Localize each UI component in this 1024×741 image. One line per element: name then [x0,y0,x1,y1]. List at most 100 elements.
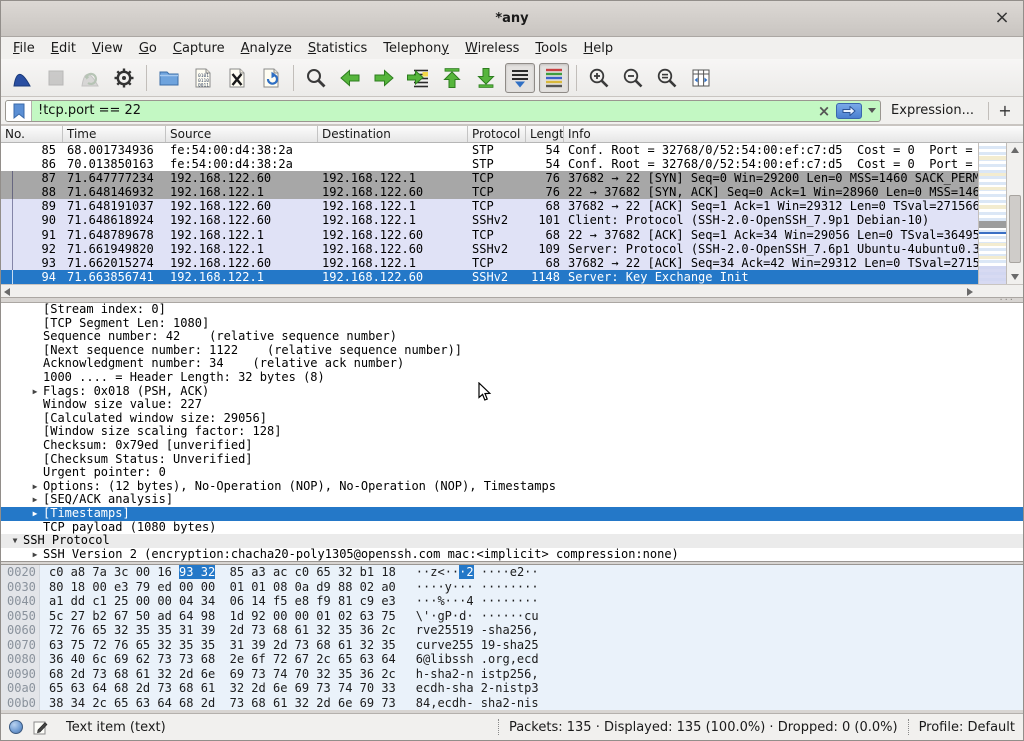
tree-expander-icon[interactable] [27,330,43,344]
zoom-reset-button[interactable] [652,63,682,93]
hex-row[interactable]: 0080 36 40 6c 69 62 73 73 68 2e 6f 72 67… [1,652,1023,667]
detail-tree-item[interactable]: ▶ [SEQ/ACK analysis] [1,493,1023,507]
resize-columns-button[interactable] [686,63,716,93]
close-button[interactable]: × [991,8,1013,30]
detail-tree-item[interactable]: TCP payload (1080 bytes) [1,521,1023,535]
menubar-item[interactable]: Capture [165,39,233,58]
scroll-up-arrow[interactable] [1007,143,1023,157]
detail-tree-item[interactable]: Checksum: 0x79ed [unverified] [1,439,1023,453]
menubar-item[interactable]: Telephony [375,39,457,58]
tree-expander-icon[interactable]: ▶ [27,493,43,507]
close-file-button[interactable] [222,63,252,93]
tree-expander-icon[interactable]: ▶ [27,480,43,494]
filter-history-dropdown[interactable] [864,101,880,121]
profile-label[interactable]: Profile: Default [919,720,1015,735]
tree-expander-icon[interactable] [27,357,43,371]
tree-expander-icon[interactable]: ▶ [27,507,43,521]
tree-expander-icon[interactable] [27,412,43,426]
go-first-button[interactable] [437,63,467,93]
start-capture-button[interactable] [7,63,37,93]
column-header[interactable]: Length [526,126,564,142]
packet-row[interactable]: 89 71.648191037 192.168.122.60 192.168.1… [1,199,978,213]
zoom-in-button[interactable] [584,63,614,93]
tree-expander-icon[interactable] [27,439,43,453]
packet-list-scrollbar[interactable] [1006,143,1023,284]
detail-tree-item[interactable]: ▶ Options: (12 bytes), No-Operation (NOP… [1,480,1023,494]
filter-apply-button[interactable] [836,103,862,119]
detail-tree-item[interactable]: 1000 .... = Header Length: 32 bytes (8) [1,371,1023,385]
detail-tree-item[interactable]: [Next sequence number: 1122 (relative se… [1,344,1023,358]
detail-tree-item[interactable]: [Window size scaling factor: 128] [1,425,1023,439]
tree-expander-icon[interactable] [27,453,43,467]
menubar-item[interactable]: Analyze [233,39,300,58]
menubar-item[interactable]: Edit [43,39,84,58]
packet-row[interactable]: 88 71.648146932 192.168.122.1 192.168.12… [1,185,978,199]
capture-comment-icon[interactable] [33,720,48,735]
detail-tree-item[interactable]: Sequence number: 42 (relative sequence n… [1,330,1023,344]
hex-row[interactable]: 0070 63 75 72 76 65 32 35 35 31 39 2d 73… [1,638,1023,653]
filter-bookmark-button[interactable] [6,101,32,121]
packet-row[interactable]: 85 68.001734936 fe:54:00:d4:38:2a STP 54… [1,143,978,157]
packet-row[interactable]: 92 71.661949820 192.168.122.1 192.168.12… [1,242,978,256]
packet-row[interactable]: 94 71.663856741 192.168.122.1 192.168.12… [1,270,978,284]
hex-row[interactable]: 00b0 38 34 2c 65 63 64 68 2d 73 68 61 32… [1,696,1023,711]
detail-tree-item[interactable]: Urgent pointer: 0 [1,466,1023,480]
expression-button[interactable]: Expression... [881,103,984,118]
hex-row[interactable]: 0040 a1 dd c1 25 00 00 04 34 06 14 f5 e8… [1,594,1023,609]
menubar-item[interactable]: View [84,39,131,58]
tree-expander-icon[interactable] [27,398,43,412]
hex-row[interactable]: 00a0 65 63 64 68 2d 73 68 61 32 2d 6e 69… [1,681,1023,696]
tree-expander-icon[interactable] [27,344,43,358]
packet-row[interactable]: 90 71.648618924 192.168.122.60 192.168.1… [1,213,978,227]
display-filter-field[interactable]: × [5,100,881,122]
detail-tree-item[interactable]: [Checksum Status: Unverified] [1,453,1023,467]
tree-expander-icon[interactable] [27,425,43,439]
packet-row[interactable]: 87 71.647777234 192.168.122.60 192.168.1… [1,171,978,185]
menubar-item[interactable]: Go [131,39,165,58]
pane-splitter[interactable]: ··· [1,297,1023,303]
tree-expander-icon[interactable] [27,371,43,385]
save-file-button[interactable]: 010101100011 [188,63,218,93]
column-header[interactable]: Protocol [468,126,526,142]
zoom-out-button[interactable] [618,63,648,93]
detail-tree-item[interactable]: [Stream index: 0] [1,303,1023,317]
packet-row[interactable]: 93 71.662015274 192.168.122.60 192.168.1… [1,256,978,270]
hex-row[interactable]: 0050 5c 27 b2 67 50 ad 64 98 1d 92 00 00… [1,609,1023,624]
filter-clear-button[interactable]: × [814,101,834,121]
menubar-item[interactable]: Help [575,39,621,58]
detail-tree-item[interactable]: Acknowledgment number: 34 (relative ack … [1,357,1023,371]
go-forward-button[interactable] [369,63,399,93]
column-header[interactable]: Destination [318,126,468,142]
detail-tree-item[interactable]: ▶ SSH Version 2 (encryption:chacha20-pol… [1,548,1023,561]
detail-tree-item[interactable]: Window size value: 227 [1,398,1023,412]
open-file-button[interactable] [154,63,184,93]
expert-info-icon[interactable] [9,720,23,734]
tree-expander-icon[interactable]: ▶ [27,548,43,561]
auto-scroll-button[interactable] [505,63,535,93]
detail-tree-item[interactable]: [Calculated window size: 29056] [1,412,1023,426]
tree-expander-icon[interactable]: ▼ [7,534,23,548]
column-header[interactable]: No. [1,126,63,142]
menubar-item[interactable]: File [5,39,43,58]
hex-row[interactable]: 0060 72 76 65 32 35 35 31 39 2d 73 68 61… [1,623,1023,638]
capture-options-button[interactable] [109,63,139,93]
go-last-button[interactable] [471,63,501,93]
scroll-right-arrow[interactable] [967,288,973,296]
scrollbar-thumb[interactable] [1009,195,1021,263]
column-header[interactable]: Source [166,126,318,142]
menubar-item[interactable]: Wireless [457,39,527,58]
menubar-item[interactable]: Tools [527,39,575,58]
column-header[interactable]: Time [63,126,166,142]
packet-list-minimap[interactable] [978,143,1006,284]
colorize-button[interactable] [539,63,569,93]
scroll-left-arrow[interactable] [4,288,10,296]
packet-row[interactable]: 86 70.013850163 fe:54:00:d4:38:2a STP 54… [1,157,978,171]
tree-expander-icon[interactable] [27,317,43,331]
restart-capture-button[interactable] [75,63,105,93]
detail-tree-item[interactable]: ▶ Flags: 0x018 (PSH, ACK) [1,385,1023,399]
column-header[interactable]: Info [564,126,1023,142]
detail-tree-item[interactable]: ▼ SSH Protocol [1,534,1023,548]
packet-list-hscrollbar[interactable] [1,284,1023,297]
tree-expander-icon[interactable]: ▶ [27,385,43,399]
tree-expander-icon[interactable] [27,466,43,480]
